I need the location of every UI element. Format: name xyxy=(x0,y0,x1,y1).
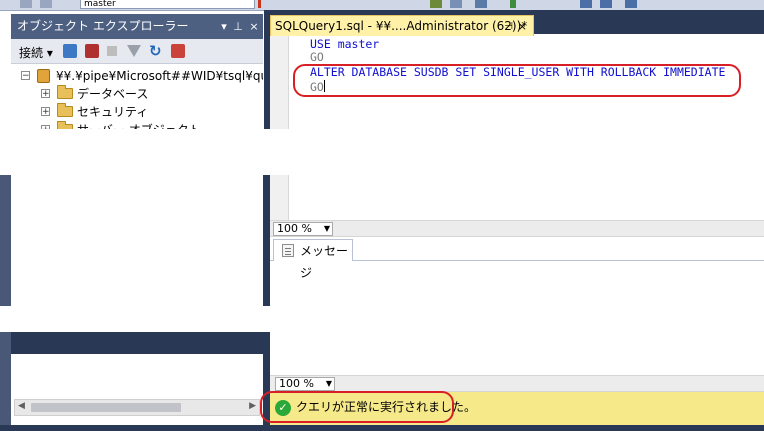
tree-node-label: セキュリティ xyxy=(77,105,149,119)
tab-sqlquery1[interactable]: SQLQuery1.sql - ¥¥....Administrator (62)… xyxy=(270,15,534,36)
scroll-left-icon[interactable]: ◀ xyxy=(18,401,25,411)
tree-node-server-objects[interactable]: + サーバー オブジェクト xyxy=(11,121,263,129)
connect-button[interactable]: 接続 ▾ xyxy=(19,44,53,61)
toolbar-blue2-icon[interactable] xyxy=(600,0,612,8)
tree-node-label: データベース xyxy=(77,87,149,101)
object-explorer-title: オブジェクト エクスプローラー xyxy=(17,19,189,33)
refresh-icon[interactable]: ↻ xyxy=(149,44,163,59)
toolbar-green-icon[interactable] xyxy=(510,0,516,8)
chevron-down-icon[interactable]: ▼ xyxy=(326,378,332,390)
folder-icon xyxy=(57,85,73,99)
tree-node-label: サーバー オブジェクト xyxy=(77,121,201,129)
results-pane-lower xyxy=(270,332,764,376)
panel-menu-icon[interactable]: ▾ xyxy=(217,14,231,39)
results-grid-icon[interactable] xyxy=(475,0,487,8)
editor-gutter xyxy=(270,175,289,220)
expand-icon[interactable]: + xyxy=(41,125,50,129)
database-combo[interactable]: master xyxy=(80,0,255,9)
window-edge xyxy=(0,332,11,431)
folder-icon xyxy=(57,103,73,117)
editor-zoom-select[interactable]: 100 % ▼ xyxy=(273,222,333,236)
sql-highlight-annotation xyxy=(293,64,741,97)
scroll-thumb[interactable] xyxy=(31,403,181,412)
tab-title: SQLQuery1.sql - ¥¥....Administrator (62)… xyxy=(275,19,528,33)
editor-gutter xyxy=(270,36,289,129)
object-explorer-body-lower xyxy=(0,175,264,306)
folder-icon xyxy=(57,121,73,129)
object-explorer-toolbar: 接続 ▾ ↻ xyxy=(11,39,263,64)
toolbar-back-icon[interactable] xyxy=(20,0,32,8)
window-edge xyxy=(0,175,11,306)
expand-icon[interactable]: + xyxy=(41,107,50,117)
results-zoom-bar: 100 % ▼ xyxy=(270,375,764,392)
toolbar-forward-icon[interactable] xyxy=(40,0,52,8)
tab-messages[interactable]: メッセージ xyxy=(273,239,353,280)
activity-monitor-icon[interactable] xyxy=(171,44,185,58)
scroll-right-icon[interactable]: ▶ xyxy=(249,401,256,411)
results-zoom-select[interactable]: 100 % ▼ xyxy=(275,377,335,391)
window-bottom-edge xyxy=(0,425,764,431)
chevron-down-icon[interactable]: ▼ xyxy=(324,223,330,235)
code-line-2[interactable]: GO xyxy=(310,51,324,64)
tree-node-databases[interactable]: + データベース xyxy=(11,85,263,103)
parse-icon[interactable] xyxy=(430,0,442,8)
query-editor-lower[interactable] xyxy=(270,175,764,220)
panel-pin-icon[interactable]: ⊥ xyxy=(231,14,245,39)
collapse-icon[interactable]: − xyxy=(21,71,30,81)
editor-zoom-bar: 100 % ▼ xyxy=(270,220,764,237)
toolbar-blue-icon[interactable] xyxy=(580,0,592,8)
expand-icon[interactable]: + xyxy=(41,89,50,99)
connect-object-icon[interactable] xyxy=(63,44,77,58)
messages-icon xyxy=(282,244,294,257)
tree-node-server[interactable]: − ¥¥.¥pipe¥Microsoft##WID¥tsql¥query ( xyxy=(11,67,263,85)
tree-empty-area xyxy=(11,175,263,306)
object-explorer-hscrollbar[interactable]: ◀ ▶ xyxy=(14,399,260,416)
server-icon xyxy=(37,69,50,83)
disconnect-icon[interactable] xyxy=(85,44,99,58)
results-text-icon[interactable] xyxy=(450,0,462,8)
panel-close-icon[interactable]: × xyxy=(247,14,261,39)
object-explorer-titlebar: オブジェクト エクスプローラー ▾ ⊥ × xyxy=(11,14,263,39)
tree-node-label: ¥¥.¥pipe¥Microsoft##WID¥tsql¥query ( xyxy=(56,69,263,83)
zoom-value: 100 % xyxy=(277,222,312,235)
tree-empty-area xyxy=(11,354,263,431)
execute-icon[interactable] xyxy=(258,0,261,8)
tree-node-security[interactable]: + セキュリティ xyxy=(11,103,263,121)
filter-icon[interactable] xyxy=(127,45,141,57)
zoom-value: 100 % xyxy=(279,377,314,390)
tab-pin-icon[interactable]: ⊣ xyxy=(504,16,513,36)
stop-icon[interactable] xyxy=(107,46,117,56)
object-explorer-body-bottom xyxy=(0,332,264,431)
tab-close-icon[interactable]: × xyxy=(518,16,527,36)
toolbar-blue3-icon[interactable] xyxy=(625,0,637,8)
status-highlight-annotation xyxy=(260,391,454,423)
